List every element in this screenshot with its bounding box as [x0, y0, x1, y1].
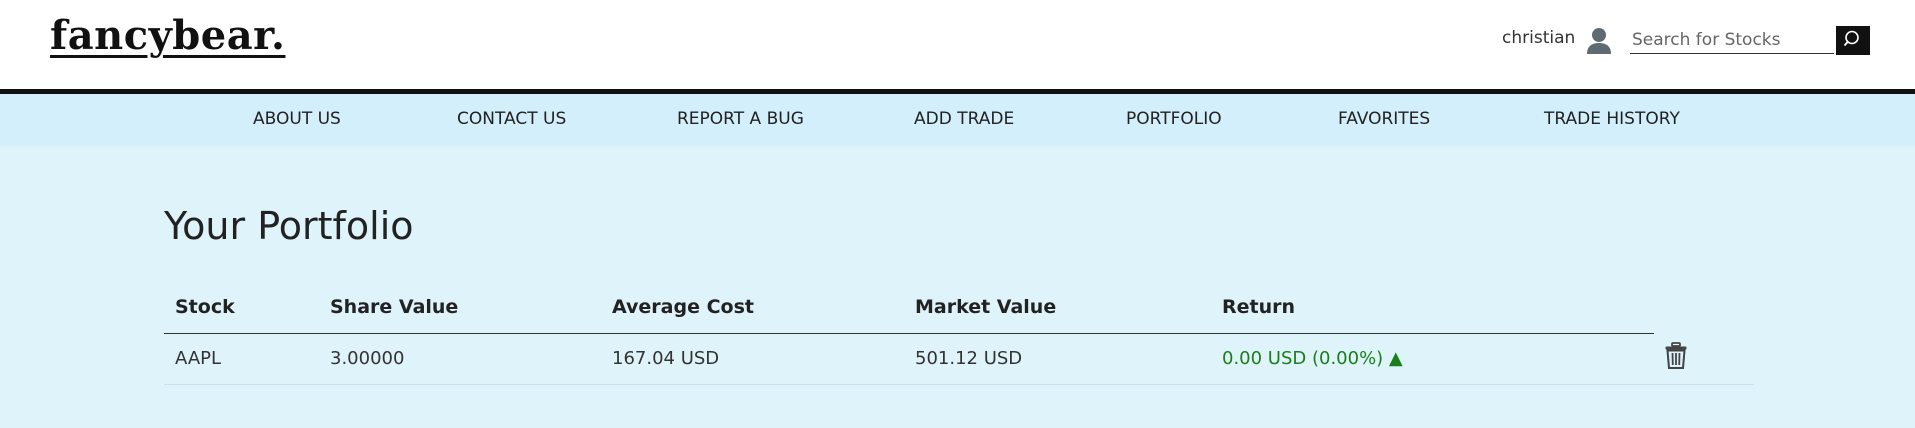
cell-average-cost: 167.04 USD	[612, 348, 720, 369]
main-nav: ABOUT US CONTACT US REPORT A BUG ADD TRA…	[0, 94, 1915, 146]
column-header-average-cost: Average Cost	[612, 296, 754, 318]
nav-item-portfolio[interactable]: PORTFOLIO	[1126, 109, 1222, 129]
nav-item-trade-history[interactable]: TRADE HISTORY	[1544, 109, 1680, 129]
column-header-stock: Stock	[175, 296, 235, 318]
table-header-divider	[164, 333, 1654, 334]
table-row-divider	[164, 384, 1754, 385]
trash-icon[interactable]	[1664, 342, 1688, 370]
logo[interactable]: fancybear.	[50, 12, 285, 60]
cell-market-value: 501.12 USD	[915, 348, 1023, 369]
site-header: fancybear. christian	[0, 0, 1915, 94]
user-icon[interactable]	[1586, 27, 1612, 55]
nav-item-about-us[interactable]: ABOUT US	[253, 109, 341, 129]
nav-item-report-a-bug[interactable]: REPORT A BUG	[677, 109, 804, 129]
search-button[interactable]	[1836, 26, 1870, 55]
nav-item-add-trade[interactable]: ADD TRADE	[914, 109, 1014, 129]
search-icon	[1843, 29, 1863, 52]
column-header-share-value: Share Value	[330, 296, 459, 318]
column-header-return: Return	[1222, 296, 1296, 318]
cell-share-value: 3.00000	[330, 348, 405, 369]
column-header-market-value: Market Value	[915, 296, 1057, 318]
username-label[interactable]: christian	[1502, 28, 1575, 48]
cell-stock[interactable]: AAPL	[175, 348, 221, 369]
nav-item-favorites[interactable]: FAVORITES	[1338, 109, 1430, 129]
cell-return: 0.00 USD (0.00%) ▲	[1222, 348, 1403, 369]
page-title: Your Portfolio	[164, 204, 414, 248]
nav-item-contact-us[interactable]: CONTACT US	[457, 109, 566, 129]
search-input[interactable]	[1630, 26, 1834, 54]
